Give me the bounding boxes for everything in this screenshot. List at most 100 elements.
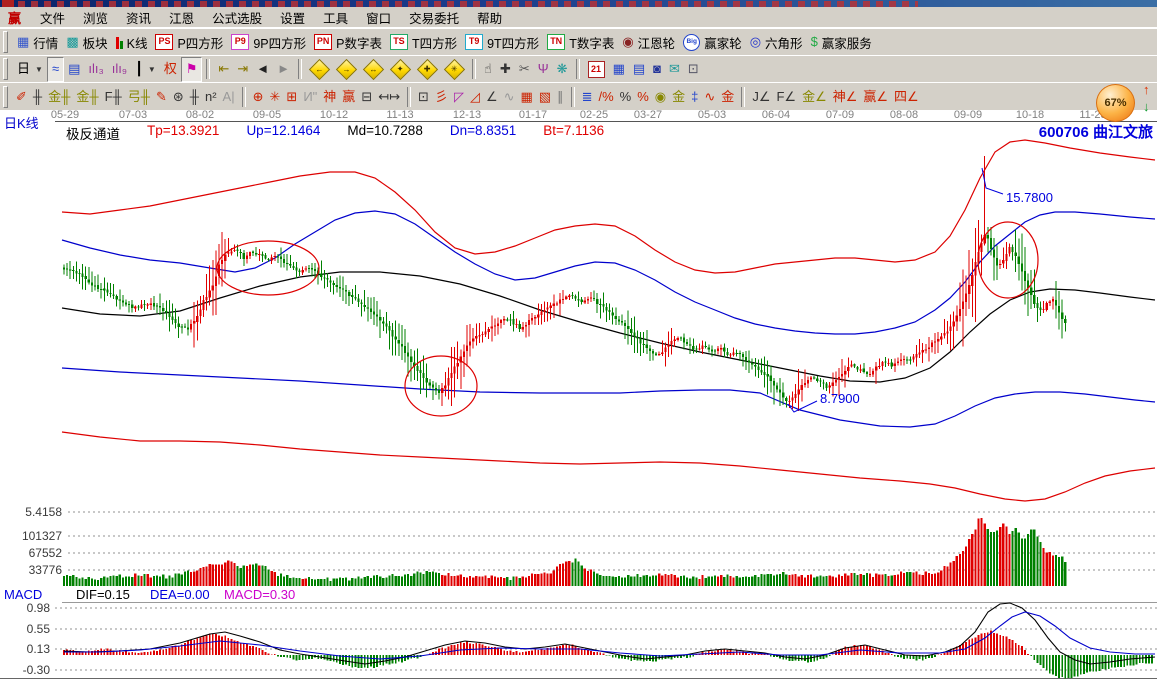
- protractor-tool-button[interactable]: ⊛: [170, 86, 187, 109]
- percent-tool-button[interactable]: %: [617, 86, 635, 109]
- menu-item-file[interactable]: 文件: [31, 6, 74, 29]
- last-page-button[interactable]: ⇥: [233, 58, 252, 81]
- zoom-left-diamond-button[interactable]: ←: [306, 58, 333, 81]
- t-number-table-button[interactable]: TNT数字表: [543, 31, 618, 54]
- candle-style-button[interactable]: ┃▼: [131, 58, 160, 81]
- gold-line-tool-button[interactable]: 金: [718, 86, 737, 109]
- prev-page-button[interactable]: ◄: [252, 58, 273, 81]
- report-tool-button[interactable]: ▤: [629, 58, 649, 81]
- zoom-horizontal-diamond-button[interactable]: ↔: [360, 58, 387, 81]
- angle-f-tool-button[interactable]: F∠: [773, 86, 799, 109]
- flag-marker-button[interactable]: ⚑: [181, 57, 203, 82]
- menu-item-window[interactable]: 窗口: [357, 6, 400, 29]
- info-panel-button[interactable]: ▤: [64, 58, 84, 81]
- shen-grid-tool-button[interactable]: 神: [320, 86, 339, 109]
- toolbar-drag-handle[interactable]: [3, 58, 8, 80]
- grid-box-tool-2-button[interactable]: ▧: [536, 86, 554, 109]
- measure-tool-button[interactable]: ✂: [515, 58, 534, 81]
- grid-box-tool-1-button[interactable]: ▦: [518, 86, 536, 109]
- anchor-tool-button[interactable]: Ψ: [534, 58, 553, 81]
- quotes-button[interactable]: ▦行情: [13, 31, 62, 54]
- first-page-button[interactable]: ⇤: [214, 58, 233, 81]
- crosshair-button[interactable]: ✚: [496, 58, 515, 81]
- menu-item-browse[interactable]: 浏览: [74, 6, 117, 29]
- menu-item-formula-stock-pick[interactable]: 公式选股: [203, 6, 271, 29]
- menu-item-gann[interactable]: 江恩: [160, 6, 203, 29]
- starburst-tool-button[interactable]: ✳: [267, 86, 284, 109]
- n2-ruler-button[interactable]: n²: [202, 86, 220, 109]
- a-marker-button[interactable]: A|: [220, 86, 238, 109]
- angle-four-tool-button[interactable]: 四∠: [891, 86, 922, 109]
- target-circle-tool-button[interactable]: ⊕: [250, 86, 267, 109]
- pen-ruler-button[interactable]: ✎: [153, 86, 170, 109]
- period-selector-caret-icon[interactable]: ▼: [35, 65, 43, 74]
- percent-level-tool-button[interactable]: %: [634, 86, 652, 109]
- level-scale-tool-button[interactable]: ≣: [579, 86, 596, 109]
- span-arrows-tool-button[interactable]: ↤↦: [375, 86, 403, 109]
- scroll-up-arrow-icon[interactable]: ↑: [1143, 82, 1150, 97]
- time-ruler-button[interactable]: ╫: [187, 86, 202, 109]
- kline-view-toggle-button[interactable]: ≈: [47, 57, 64, 82]
- gold-ratio-ruler-2-button[interactable]: 金╫: [73, 86, 101, 109]
- restore-rights-button[interactable]: 权: [160, 58, 181, 81]
- zigzag-tool-button[interactable]: ∿: [501, 86, 518, 109]
- grid-123-tool-button[interactable]: ⊟: [358, 86, 375, 109]
- p-square-button[interactable]: PSP四方形: [151, 31, 227, 54]
- t9-square-button[interactable]: T99T四方形: [461, 31, 543, 54]
- ying-grid-tool-button[interactable]: 赢: [339, 86, 358, 109]
- p9-square-button[interactable]: P99P四方形: [227, 31, 310, 54]
- menu-item-settings[interactable]: 设置: [271, 6, 314, 29]
- p-number-table-button[interactable]: PNP数字表: [310, 31, 386, 54]
- pattern-brain-tool-button[interactable]: ❋: [553, 58, 572, 81]
- hexagon-button[interactable]: ◎六角形: [746, 31, 807, 54]
- percent-line-tool-button[interactable]: /%: [596, 86, 617, 109]
- angle-gold-tool-button[interactable]: 金∠: [799, 86, 830, 109]
- menu-item-trade-entrust[interactable]: 交易委托: [400, 6, 468, 29]
- menu-item-tools[interactable]: 工具: [314, 6, 357, 29]
- gold-level-tool-button[interactable]: 金: [669, 86, 688, 109]
- zoom-right-diamond-button[interactable]: →: [333, 58, 360, 81]
- angle-j-tool-button[interactable]: J∠: [749, 86, 773, 109]
- menu-item-help[interactable]: 帮助: [468, 6, 511, 29]
- calculator-tool-button[interactable]: ▦: [609, 58, 629, 81]
- pointer-knife-tool-button[interactable]: ✐: [13, 86, 30, 109]
- mail-tool-button[interactable]: ✉: [665, 58, 684, 81]
- fan-box-tool-2-button[interactable]: ◿: [467, 86, 483, 109]
- save-tool-button[interactable]: ◙: [649, 58, 665, 81]
- menu-item-news[interactable]: 资讯: [117, 6, 160, 29]
- toolbar-drag-handle[interactable]: [3, 31, 8, 53]
- web-grid-tool-button[interactable]: ⊞: [283, 86, 300, 109]
- zoom-all-diamond-1-button[interactable]: ✦: [387, 58, 414, 81]
- box-measure-tool-button[interactable]: ⊡: [415, 86, 432, 109]
- toolbar-drag-handle[interactable]: [3, 86, 8, 108]
- period-selector-button[interactable]: 日▼: [13, 58, 47, 81]
- angle-shen-tool-button[interactable]: 神∠: [830, 86, 861, 109]
- winner-wheel-button[interactable]: Big赢家轮: [679, 31, 746, 54]
- gold-ratio-ruler-1-button[interactable]: 金╫: [45, 86, 73, 109]
- gann-wheel-button[interactable]: ◉江恩轮: [618, 31, 679, 54]
- wave-level-tool-button[interactable]: ∿: [701, 86, 718, 109]
- gann-ruler-tool-button[interactable]: ╫: [30, 86, 45, 109]
- workstation-tool-button[interactable]: ⊡: [684, 58, 703, 81]
- fan-box-tool-1-button[interactable]: ◸: [451, 86, 467, 109]
- kline-button[interactable]: K线: [112, 31, 152, 54]
- calendar-tool-button[interactable]: 21: [584, 58, 609, 81]
- winner-service-button[interactable]: $赢家服务: [807, 31, 876, 54]
- zoom-all-diamond-2-button[interactable]: ✚: [414, 58, 441, 81]
- pen-level-tool-button[interactable]: ‡: [688, 86, 701, 109]
- angle-ying-tool-button[interactable]: 赢∠: [860, 86, 891, 109]
- chart-3-bars-button[interactable]: ılı₃: [84, 58, 107, 81]
- spiral-ruler-button[interactable]: 弓╫: [125, 86, 153, 109]
- trend-line-tool-button[interactable]: ∠: [483, 86, 501, 109]
- candle-style-caret-icon[interactable]: ▼: [148, 65, 156, 74]
- scroll-down-arrow-icon[interactable]: ↓: [1143, 99, 1150, 114]
- next-page-button[interactable]: ►: [273, 58, 294, 81]
- pan-hand-button[interactable]: ☝: [480, 58, 496, 81]
- gann-fan-tool-button[interactable]: 彡: [432, 86, 451, 109]
- zoom-percent-badge[interactable]: 67%: [1096, 84, 1135, 122]
- zoom-all-diamond-3-button[interactable]: ✳: [441, 58, 468, 81]
- chart-9-bars-button[interactable]: ılı₉: [108, 58, 131, 81]
- parallel-lines-tool-button[interactable]: ∥: [554, 86, 567, 109]
- sectors-button[interactable]: ▩板块: [62, 31, 111, 54]
- gold-circle-tool-button[interactable]: ◉: [652, 86, 669, 109]
